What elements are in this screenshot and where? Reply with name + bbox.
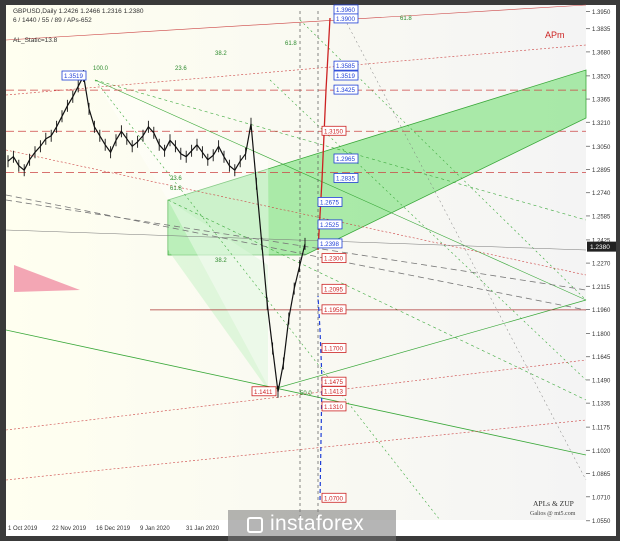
y-tick-label-3: 1.3520 [592, 74, 611, 80]
gbpusd-daily-chart: 1.3950 1.3835 1.3680 1.3520 1.3365 1.3210 1.30… [0, 0, 620, 541]
fib-label-5: 50.0 [300, 391, 312, 397]
y-tick-label-5: 1.3210 [592, 121, 611, 127]
y-tick-label-15: 1.1645 [592, 355, 611, 361]
y-tick-label-8: 1.2740 [592, 191, 611, 197]
y-tick-label-2: 1.3680 [592, 50, 611, 56]
red-level-8: 1.0700 [324, 495, 343, 502]
blue-level-2: 1.3585 [336, 63, 355, 70]
red-level-5: 1.1475 [324, 379, 343, 386]
y-tick-label-18: 1.1175 [592, 426, 611, 432]
fib-label-3: 61.8 [170, 186, 182, 192]
y-tick-label-14: 1.1800 [592, 332, 611, 338]
blue-level-0: 1.3960 [336, 7, 355, 14]
red-level-1: 1.2300 [324, 256, 343, 263]
header-line3: AL_Static=13.8 [13, 37, 58, 44]
blue-level-6: 1.2835 [336, 175, 355, 182]
swing-high-label: 1.3519 [64, 73, 83, 80]
blue-level-1: 1.3900 [336, 16, 355, 23]
blue-level-4: 1.3425 [336, 87, 355, 94]
header-line2: 6 / 1440 / 55 / 89 / APs-652 [13, 17, 92, 24]
red-level-2: 1.2095 [324, 286, 343, 293]
credit-line2: Galios @ mt5.com [530, 511, 576, 517]
y-tick-label-20: 1.0865 [592, 472, 611, 478]
y-tick-label-19: 1.1020 [592, 449, 611, 455]
y-tick-label-12: 1.2115 [592, 285, 611, 291]
x-tick-label-0: 1 Oct 2019 [8, 526, 38, 532]
y-tick-label-4: 1.3365 [592, 98, 611, 104]
fib-label-7: 23.6 [170, 176, 182, 182]
fib-label-2: 23.6 [175, 66, 187, 72]
swing-low-label: 1.1411 [254, 389, 273, 396]
y-tick-label-11: 1.2270 [592, 262, 611, 268]
watermark-text: instaforex [270, 512, 365, 535]
x-tick-label-2: 16 Dec 2019 [96, 526, 131, 532]
blue-level-5: 1.2965 [336, 156, 355, 163]
y-tick-label-13: 1.1960 [592, 308, 611, 314]
chart-frame: 1.3950 1.3835 1.3680 1.3520 1.3365 1.3210 1.30… [0, 0, 620, 541]
y-tick-label-7: 1.2895 [592, 168, 611, 174]
red-level-6: 1.1413 [324, 388, 343, 395]
fib-label-8: 61.8 [400, 16, 412, 22]
watermark-logo-icon [247, 517, 263, 533]
y-tick-label-6: 1.3050 [592, 145, 611, 151]
fib-label-6: 38.2 [215, 258, 227, 264]
y-tick-label-1: 1.3835 [592, 27, 611, 33]
blue-level-9: 1.2398 [320, 241, 339, 248]
blue-level-7: 1.2675 [320, 199, 339, 206]
y-tick-label-22: 1.0550 [592, 519, 611, 525]
y-tick-label-21: 1.0710 [592, 495, 611, 501]
red-level-4: 1.1700 [324, 345, 343, 352]
header-line1: GBPUSD,Daily 1.2426 1.2466 1.2316 1.2380 [13, 8, 144, 15]
fib-label-1: 38.2 [215, 51, 227, 57]
x-tick-label-3: 9 Jan 2020 [140, 526, 170, 532]
current-price-label: 1.2380 [590, 244, 610, 251]
y-tick-label-16: 1.1490 [592, 378, 611, 384]
red-level-0: 1.3150 [324, 128, 343, 135]
plot-area [6, 5, 586, 520]
y-tick-label-9: 1.2585 [592, 214, 611, 220]
blue-level-3: 1.3519 [336, 73, 355, 80]
x-tick-label-4: 31 Jan 2020 [186, 526, 220, 532]
y-tick-label-0: 1.3950 [592, 10, 611, 16]
blue-level-8: 1.2525 [320, 222, 339, 229]
fib-label-0: 61.8 [285, 41, 297, 47]
red-level-3: 1.1958 [324, 307, 343, 314]
apm-label: APm [545, 30, 565, 40]
x-tick-label-1: 22 Nov 2019 [52, 526, 87, 532]
y-tick-label-17: 1.1335 [592, 402, 611, 408]
red-level-7: 1.1310 [324, 404, 343, 411]
credit-line1: APLs & ZUP [533, 499, 574, 508]
fib-label-4: 100.0 [93, 66, 109, 72]
